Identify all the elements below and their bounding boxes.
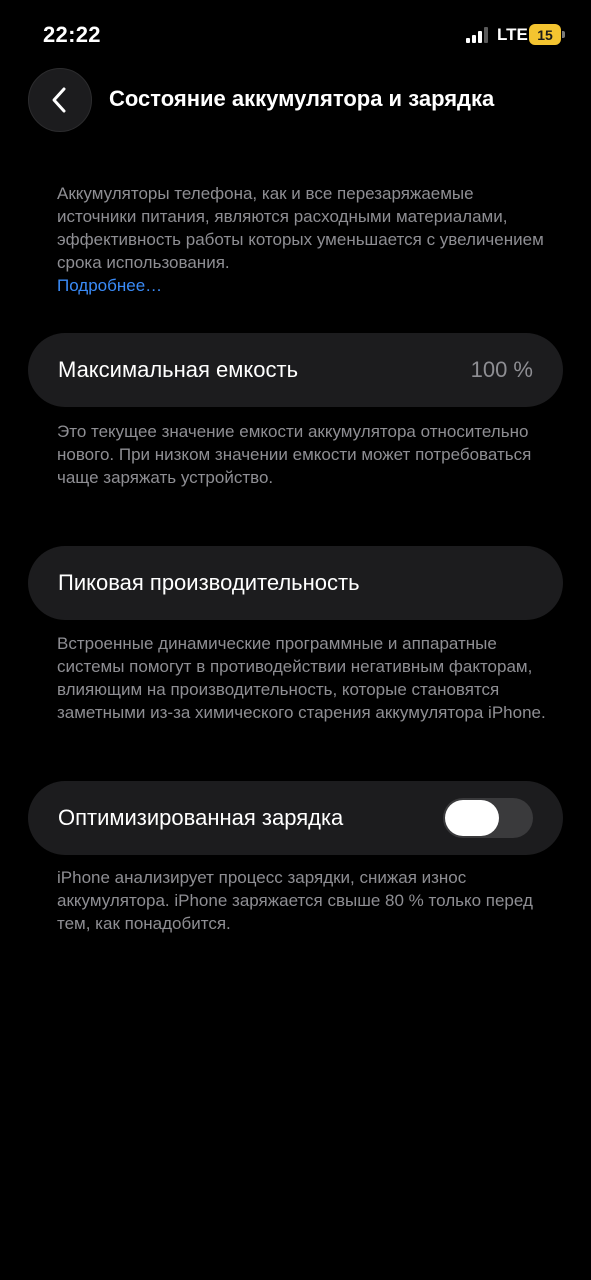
intro-description: Аккумуляторы телефона, как и все перезар…	[57, 182, 547, 297]
status-time: 22:22	[43, 22, 101, 47]
optimized-charging-label: Оптимизированная зарядка	[58, 805, 344, 830]
back-button[interactable]	[28, 68, 92, 132]
intro-text: Аккумуляторы телефона, как и все перезар…	[57, 184, 544, 272]
battery-level: 15	[537, 26, 553, 43]
max-capacity-row: Максимальная емкость 100 %	[28, 333, 563, 407]
battery-body: 15	[529, 24, 561, 45]
page-title: Состояние аккумулятора и зарядка	[109, 86, 495, 111]
optimized-charging-toggle[interactable]	[443, 798, 533, 838]
learn-more-link[interactable]: Подробнее…	[57, 274, 547, 297]
peak-performance-label: Пиковая производительность	[58, 570, 360, 595]
max-capacity-value: 100 %	[470, 357, 533, 382]
battery-cap	[562, 31, 565, 38]
chevron-left-icon	[52, 87, 66, 113]
signal-icon	[466, 27, 488, 43]
optimized-charging-note: iPhone анализирует процесс зарядки, сниж…	[57, 868, 533, 933]
max-capacity-label: Максимальная емкость	[58, 357, 299, 382]
optimized-charging-row: Оптимизированная зарядка	[28, 781, 563, 855]
network-type-label: LTE	[497, 25, 528, 44]
peak-performance-note: Встроенные динамические программные и ап…	[57, 634, 546, 722]
status-bar: 22:22 LTE 15	[0, 0, 591, 70]
battery-icon: 15	[529, 24, 565, 45]
toggle-knob	[445, 800, 499, 836]
peak-performance-row: Пиковая производительность	[28, 546, 563, 620]
max-capacity-note: Это текущее значение емкости аккумулятор…	[57, 422, 532, 487]
battery-settings-screen: 22:22 LTE 15 Состояние аккумулятора и за…	[0, 0, 591, 1280]
